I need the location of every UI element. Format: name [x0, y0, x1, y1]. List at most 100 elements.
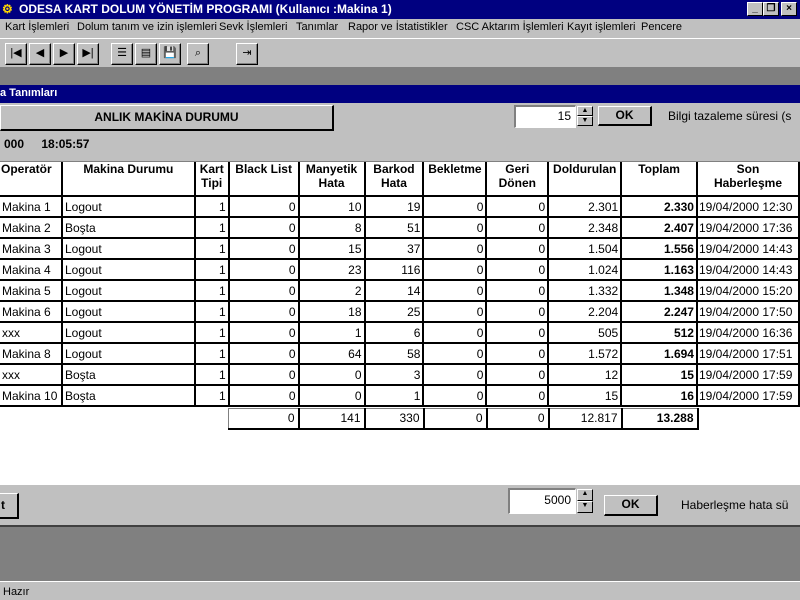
- col-manyetik-hata-cell[interactable]: 0: [298, 385, 366, 407]
- col-makina-durumu-cell[interactable]: Logout: [61, 196, 196, 218]
- col-son-haberlesme-cell[interactable]: 19/04/2000 14:43: [696, 238, 800, 260]
- col-barkod-hata-cell[interactable]: 3: [364, 364, 425, 386]
- col-toplam-cell[interactable]: 16: [621, 385, 698, 407]
- col-black-list-cell[interactable]: 0: [228, 259, 300, 281]
- comm-timeout-input[interactable]: 5000: [508, 488, 576, 514]
- col-toplam-cell[interactable]: 2.330: [621, 196, 698, 218]
- col-makina-durumu-cell[interactable]: Boşta: [61, 364, 196, 386]
- save-disk-icon[interactable]: 💾: [159, 43, 181, 65]
- col-toplam-cell[interactable]: 512: [621, 322, 698, 344]
- col-son-haberlesme-cell[interactable]: 19/04/2000 16:36: [696, 322, 800, 344]
- spin-up-icon[interactable]: ▲: [577, 106, 593, 116]
- col-makina-durumu-cell[interactable]: Logout: [61, 238, 196, 260]
- col-son-haberlesme-cell[interactable]: 19/04/2000 17:36: [696, 217, 800, 239]
- col-geri-donen-cell[interactable]: 0: [486, 343, 550, 365]
- restore-button[interactable]: ❐: [763, 2, 779, 16]
- col-black-list-cell[interactable]: 0: [228, 196, 300, 218]
- col-bekletme-cell[interactable]: 0: [423, 301, 488, 323]
- minimize-button[interactable]: _: [747, 2, 763, 16]
- col-geri-donen-cell[interactable]: 0: [486, 364, 550, 386]
- col-operator-cell[interactable]: Makina 3: [0, 238, 63, 260]
- table-row[interactable]: xxx Logout 1 0 1 6 0 0 505 512 19/04/2000 16:36: [0, 322, 800, 344]
- col-bekletme-cell[interactable]: 0: [423, 343, 488, 365]
- machine-table[interactable]: Operatör Makina Durumu Kart Tipi Black List…: [0, 162, 800, 407]
- menu-kayit-islemleri[interactable]: Kayıt işlemleri: [567, 21, 635, 33]
- form-icon[interactable]: ▤: [135, 43, 157, 65]
- col-barkod-hata-cell[interactable]: 37: [364, 238, 425, 260]
- col-doldurulan-cell[interactable]: 1.024: [548, 259, 623, 281]
- comm-ok-button[interactable]: OK: [604, 495, 658, 516]
- col-geri-donen-cell[interactable]: 0: [486, 385, 550, 407]
- previous-record-icon[interactable]: ◀: [29, 43, 51, 65]
- col-black-list-cell[interactable]: 0: [228, 217, 300, 239]
- col-kart-tipi-cell[interactable]: 1: [194, 196, 230, 218]
- first-record-icon[interactable]: |◀: [5, 43, 27, 65]
- col-manyetik-hata-cell[interactable]: 0: [298, 364, 366, 386]
- col-makina-durumu-cell[interactable]: Logout: [61, 280, 196, 302]
- col-bekletme-cell[interactable]: 0: [423, 238, 488, 260]
- col-geri-donen-cell[interactable]: 0: [486, 301, 550, 323]
- col-manyetik-hata-cell[interactable]: 15: [298, 238, 366, 260]
- col-black-list-cell[interactable]: 0: [228, 280, 300, 302]
- machine-status-button[interactable]: ANLIK MAKİNA DURUMU: [0, 105, 334, 131]
- col-bekletme-cell[interactable]: 0: [423, 364, 488, 386]
- menu-rapor[interactable]: Rapor ve İstatistikler: [348, 21, 448, 33]
- col-makina-durumu-cell[interactable]: Boşta: [61, 385, 196, 407]
- col-kart-tipi-cell[interactable]: 1: [194, 343, 230, 365]
- col-barkod-hata-cell[interactable]: 25: [364, 301, 425, 323]
- next-record-icon[interactable]: ▶: [53, 43, 75, 65]
- col-manyetik-hata-cell[interactable]: 23: [298, 259, 366, 281]
- col-kart-tipi-cell[interactable]: 1: [194, 217, 230, 239]
- col-kart-tipi-cell[interactable]: 1: [194, 385, 230, 407]
- spin-down-icon[interactable]: ▼: [577, 501, 593, 513]
- col-kart-tipi-cell[interactable]: 1: [194, 238, 230, 260]
- last-record-icon[interactable]: ▶|: [77, 43, 99, 65]
- col-son-haberlesme-cell[interactable]: 19/04/2000 14:43: [696, 259, 800, 281]
- col-barkod-hata-cell[interactable]: 6: [364, 322, 425, 344]
- search-icon[interactable]: ⌕: [187, 43, 209, 65]
- menu-tanimlar[interactable]: Tanımlar: [296, 21, 338, 33]
- col-operator-cell[interactable]: Makina 1: [0, 196, 63, 218]
- col-operator-cell[interactable]: Makina 8: [0, 343, 63, 365]
- col-toplam-cell[interactable]: 1.556: [621, 238, 698, 260]
- col-kart-tipi-header[interactable]: Kart Tipi: [194, 162, 230, 197]
- col-doldurulan-cell[interactable]: 505: [548, 322, 623, 344]
- table-row[interactable]: Makina 10 Boşta 1 0 0 1 0 0 15 16 19/04/2000 17:59: [0, 385, 800, 407]
- col-bekletme-cell[interactable]: 0: [423, 322, 488, 344]
- table-row[interactable]: Makina 3 Logout 1 0 15 37 0 0 1.504 1.556 19/04/20…: [0, 238, 800, 260]
- col-operator-cell[interactable]: Makina 2: [0, 217, 63, 239]
- menu-dolum-tanim[interactable]: Dolum tanım ve izin işlemleri: [77, 21, 217, 33]
- table-row[interactable]: xxx Boşta 1 0 0 3 0 0 12 15 19/04/2000 17:59: [0, 364, 800, 386]
- col-black-list-cell[interactable]: 0: [228, 343, 300, 365]
- col-black-list-cell[interactable]: 0: [228, 301, 300, 323]
- col-barkod-hata-cell[interactable]: 19: [364, 196, 425, 218]
- col-doldurulan-cell[interactable]: 1.572: [548, 343, 623, 365]
- col-kart-tipi-cell[interactable]: 1: [194, 364, 230, 386]
- col-bekletme-cell[interactable]: 0: [423, 280, 488, 302]
- table-row[interactable]: Makina 2 Boşta 1 0 8 51 0 0 2.348 2.407 19/04/2000…: [0, 217, 800, 239]
- col-bekletme-cell[interactable]: 0: [423, 259, 488, 281]
- col-doldurulan-cell[interactable]: 1.332: [548, 280, 623, 302]
- col-operator-header[interactable]: Operatör: [0, 162, 63, 197]
- menu-sevk-islemleri[interactable]: Sevk İşlemleri: [219, 21, 287, 33]
- col-geri-donen-cell[interactable]: 0: [486, 217, 550, 239]
- col-son-haberlesme-header[interactable]: Son Haberleşme: [696, 162, 800, 197]
- col-son-haberlesme-cell[interactable]: 19/04/2000 15:20: [696, 280, 800, 302]
- col-geri-donen-header[interactable]: Geri Dönen: [486, 162, 550, 197]
- col-manyetik-hata-cell[interactable]: 8: [298, 217, 366, 239]
- col-son-haberlesme-cell[interactable]: 19/04/2000 17:59: [696, 385, 800, 407]
- col-makina-durumu-cell[interactable]: Logout: [61, 259, 196, 281]
- col-black-list-cell[interactable]: 0: [228, 364, 300, 386]
- col-doldurulan-cell[interactable]: 2.204: [548, 301, 623, 323]
- table-row[interactable]: Makina 8 Logout 1 0 64 58 0 0 1.572 1.694 19/04/20…: [0, 343, 800, 365]
- refresh-interval-input[interactable]: 15: [514, 105, 576, 128]
- col-manyetik-hata-cell[interactable]: 1: [298, 322, 366, 344]
- close-button[interactable]: ×: [781, 2, 797, 16]
- app-icon[interactable]: ⚙: [2, 2, 18, 16]
- col-manyetik-hata-cell[interactable]: 10: [298, 196, 366, 218]
- col-doldurulan-cell[interactable]: 12: [548, 364, 623, 386]
- col-barkod-hata-cell[interactable]: 51: [364, 217, 425, 239]
- col-makina-durumu-cell[interactable]: Boşta: [61, 217, 196, 239]
- col-manyetik-hata-cell[interactable]: 18: [298, 301, 366, 323]
- refresh-ok-button[interactable]: OK: [598, 106, 652, 126]
